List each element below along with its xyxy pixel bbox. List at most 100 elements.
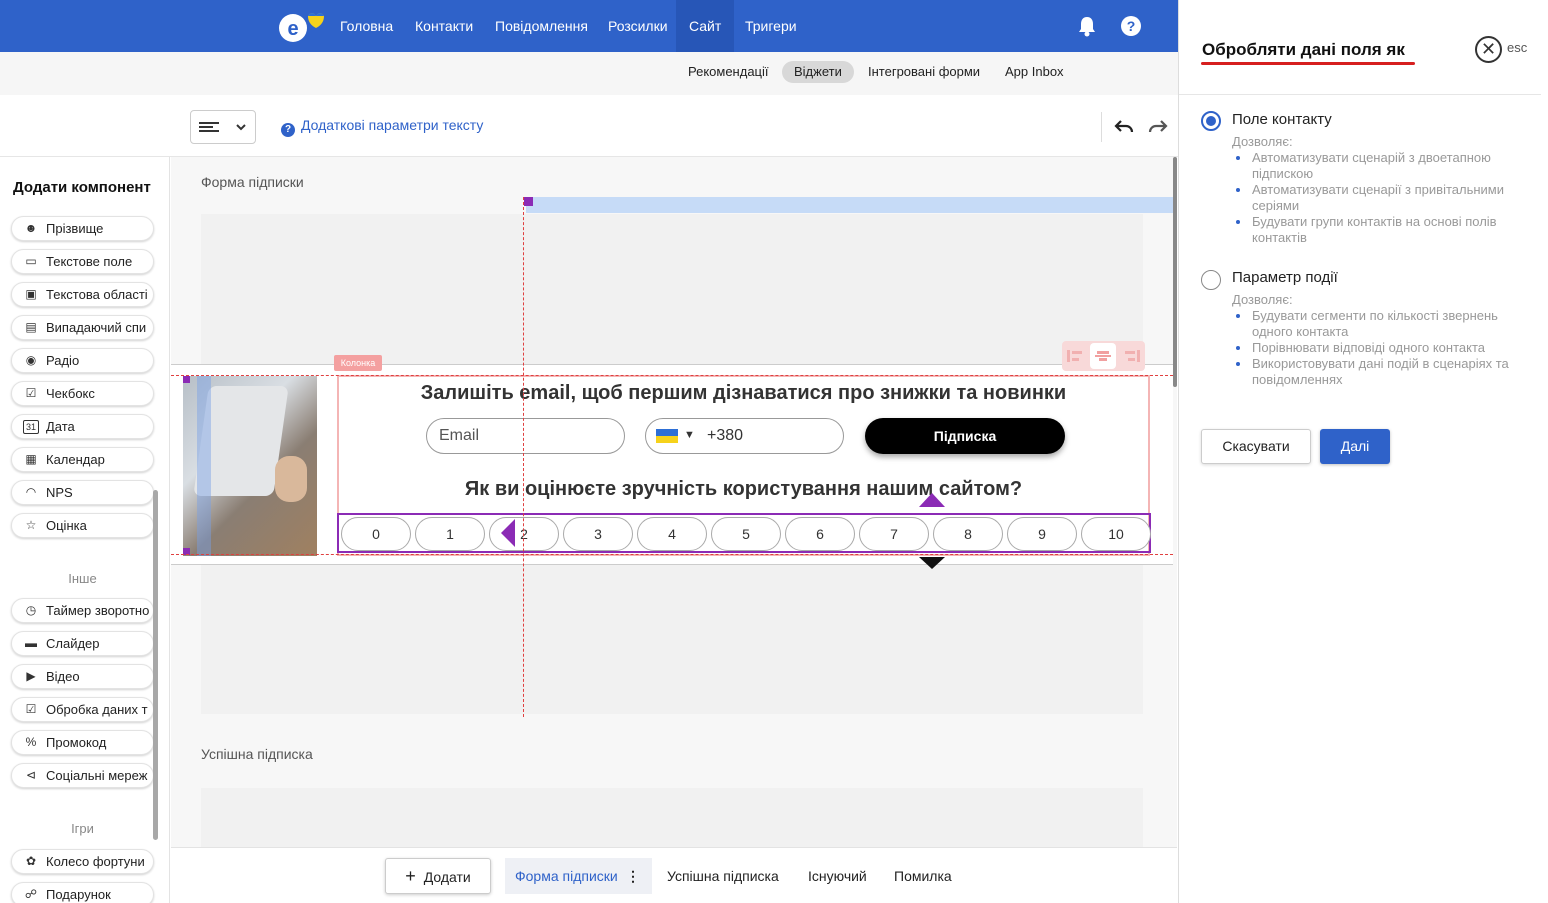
- nps-option-9[interactable]: 9: [1007, 517, 1077, 551]
- move-down-icon[interactable]: [919, 557, 945, 569]
- component-wheel[interactable]: ✿ Колесо фортуни: [11, 849, 154, 874]
- nps-option-2[interactable]: 2: [489, 517, 559, 551]
- move-left-icon[interactable]: [501, 519, 515, 547]
- component-play[interactable]: ▶ Відео: [11, 664, 154, 689]
- tab-label: Форма підписки: [515, 868, 618, 884]
- align-right-icon[interactable]: [1125, 350, 1140, 362]
- guide-highlight: [526, 197, 1176, 213]
- editor-toolbar: ? Додаткові параметри тексту: [0, 95, 1178, 157]
- esputnik-logo[interactable]: e: [278, 10, 324, 44]
- nps-option-3[interactable]: 3: [563, 517, 633, 551]
- kebab-menu-icon[interactable]: ⋮: [626, 858, 640, 894]
- radio-icon: ◉: [25, 353, 37, 367]
- guide-line-bottom: [171, 554, 1173, 555]
- component-gauge[interactable]: ◠ NPS: [11, 480, 154, 505]
- chevron-down-icon[interactable]: ▼: [684, 418, 695, 452]
- tab-subscription-form[interactable]: Форма підписки ⋮: [505, 858, 652, 894]
- panel-title: Обробляти дані поля як: [1202, 40, 1405, 59]
- component-star[interactable]: ☆ Оцінка: [11, 513, 154, 538]
- text-align-select[interactable]: [190, 110, 256, 144]
- nps-option-6[interactable]: 6: [785, 517, 855, 551]
- next-button[interactable]: Далі: [1320, 429, 1390, 464]
- component-percent[interactable]: % Промокод: [11, 730, 154, 755]
- gauge-icon: ◠: [25, 485, 37, 499]
- subnav-integrated-forms[interactable]: Інтегровані форми: [856, 61, 992, 83]
- option-event-parameter-label[interactable]: Параметр події: [1232, 269, 1338, 286]
- phone-field[interactable]: ▼ +380: [645, 418, 844, 454]
- component-label: NPS: [46, 485, 73, 500]
- component-person[interactable]: ☻ Прізвище: [11, 216, 154, 241]
- text-params-link[interactable]: ? Додаткові параметри тексту: [281, 117, 483, 137]
- textarea-icon: ▣: [25, 287, 37, 301]
- subnav-recommendations[interactable]: Рекомендації: [676, 61, 781, 83]
- component-gift[interactable]: ☍ Подарунок: [11, 882, 154, 903]
- form-headline[interactable]: Залишіть email, щоб першим дізнаватися п…: [339, 382, 1148, 405]
- canvas-scrollbar[interactable]: [1173, 157, 1177, 387]
- nav-site[interactable]: Сайт: [676, 0, 735, 52]
- add-button[interactable]: + Додати: [385, 858, 491, 894]
- component-textarea[interactable]: ▣ Текстова області: [11, 282, 154, 307]
- undo-icon[interactable]: [1114, 117, 1134, 137]
- component-slider[interactable]: ▬ Слайдер: [11, 631, 154, 656]
- data-handling-panel: Обробляти дані поля як ✕ esc Поле контак…: [1178, 0, 1548, 903]
- radio-contact-field[interactable]: [1201, 111, 1221, 131]
- nps-option-8[interactable]: 8: [933, 517, 1003, 551]
- nps-option-4[interactable]: 4: [637, 517, 707, 551]
- component-label: Чекбокс: [46, 386, 95, 401]
- nav-campaigns[interactable]: Розсилки: [595, 0, 681, 52]
- nps-scale[interactable]: 0 1 2 3 4 5 6 7 8 9 10: [337, 513, 1151, 553]
- move-up-icon[interactable]: [919, 493, 945, 507]
- nps-option-0[interactable]: 0: [341, 517, 411, 551]
- option-contact-field-label[interactable]: Поле контакту: [1232, 111, 1332, 128]
- component-label: Слайдер: [46, 636, 100, 651]
- dropdown-icon: ▤: [25, 320, 37, 334]
- form-row[interactable]: Колонка Залишіть email, щоб першим дізна…: [171, 355, 1173, 569]
- nav-messages[interactable]: Повідомлення: [482, 0, 601, 52]
- success-form-area: [201, 788, 1143, 847]
- checkbox-icon: ☑: [25, 386, 37, 400]
- column-form[interactable]: Залишіть email, щоб першим дізнаватися п…: [337, 375, 1151, 569]
- component-calendar[interactable]: ▦ Календар: [11, 447, 154, 472]
- align-left-icon[interactable]: [1067, 350, 1082, 362]
- nps-option-10[interactable]: 10: [1081, 517, 1151, 551]
- nav-contacts[interactable]: Контакти: [402, 0, 486, 52]
- editor-canvas: Форма підписки Колонка Залишіть email, щ…: [171, 157, 1177, 847]
- subscribe-button[interactable]: Підписка: [865, 418, 1065, 454]
- tab-existing[interactable]: Існуючий: [798, 858, 877, 894]
- nps-option-1[interactable]: 1: [415, 517, 485, 551]
- bell-icon[interactable]: [1077, 15, 1097, 42]
- component-radio[interactable]: ◉ Радіо: [11, 348, 154, 373]
- question-icon: ?: [281, 123, 295, 137]
- nav-triggers[interactable]: Тригери: [732, 0, 810, 52]
- email-field[interactable]: Email: [426, 418, 625, 454]
- component-share[interactable]: ⊲ Соціальні мереж: [11, 763, 154, 788]
- sub-navigation-bar: Рекомендації Віджети Інтегровані форми A…: [0, 52, 1178, 95]
- nav-home[interactable]: Головна: [327, 0, 406, 52]
- radio-event-parameter[interactable]: [1201, 270, 1221, 290]
- allows-label: Дозволяє:: [1232, 292, 1293, 307]
- help-icon[interactable]: ?: [1121, 16, 1141, 36]
- sidebar-scrollbar[interactable]: [153, 490, 158, 840]
- nps-option-5[interactable]: 5: [711, 517, 781, 551]
- checkbox-icon: ☑: [25, 702, 37, 716]
- component-text-field[interactable]: ▭ Текстове поле: [11, 249, 154, 274]
- ukraine-flag-icon[interactable]: [656, 429, 678, 443]
- tab-error[interactable]: Помилка: [884, 858, 962, 894]
- nps-option-7[interactable]: 7: [859, 517, 929, 551]
- component-date[interactable]: 31 Дата: [11, 414, 154, 439]
- component-checkbox[interactable]: ☑ Чекбокс: [11, 381, 154, 406]
- subnav-widgets[interactable]: Віджети: [782, 61, 854, 83]
- component-dropdown[interactable]: ▤ Випадаючий спи: [11, 315, 154, 340]
- redo-icon[interactable]: [1148, 117, 1168, 137]
- close-icon[interactable]: ✕: [1475, 36, 1502, 63]
- resize-handle[interactable]: [183, 376, 190, 383]
- component-timer[interactable]: ◷ Таймер зворотно: [11, 598, 154, 623]
- component-label: Календар: [46, 452, 105, 467]
- component-label: Колесо фортуни: [46, 854, 145, 869]
- component-checkbox[interactable]: ☑ Обробка даних т: [11, 697, 154, 722]
- subnav-app-inbox[interactable]: App Inbox: [993, 61, 1076, 83]
- nps-question[interactable]: Як ви оцінюєте зручність користування на…: [339, 478, 1148, 501]
- resize-handle[interactable]: [524, 197, 533, 206]
- tab-success[interactable]: Успішна підписка: [657, 858, 789, 894]
- cancel-button[interactable]: Скасувати: [1201, 429, 1311, 464]
